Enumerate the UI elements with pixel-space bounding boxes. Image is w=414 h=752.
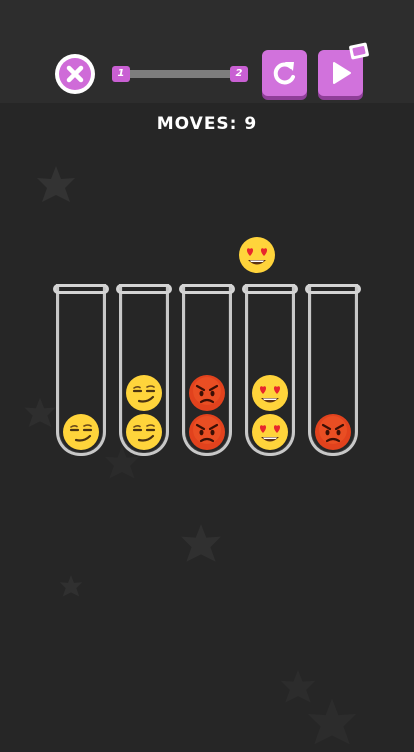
tube-3-rim xyxy=(179,284,235,294)
tube-5-rim xyxy=(305,284,361,294)
smirk-emoji-ball xyxy=(125,374,163,412)
next-level-badge: 2 xyxy=(230,66,248,82)
undo-icon xyxy=(273,62,295,85)
tube-4-rim xyxy=(242,284,298,294)
background-star-icon xyxy=(37,166,75,202)
heart-eyes-emoji-ball xyxy=(251,413,289,451)
level-progress: 1 2 xyxy=(112,66,248,82)
angry-emoji-ball xyxy=(188,374,226,412)
level-progress-track xyxy=(122,70,238,78)
moves-counter: MOVES: 9 xyxy=(156,114,258,134)
background-star-icon xyxy=(307,698,357,745)
smirk-emoji-ball xyxy=(125,413,163,451)
held-heart-eyes-emoji-ball[interactable] xyxy=(238,236,276,274)
current-level-badge: 1 xyxy=(112,66,130,82)
close-icon xyxy=(59,58,91,90)
background-star-icon xyxy=(181,524,221,562)
undo-button[interactable] xyxy=(262,50,307,96)
heart-eyes-emoji-ball xyxy=(251,374,289,412)
angry-emoji-ball xyxy=(188,413,226,451)
tube-2-rim xyxy=(116,284,172,294)
tube-1-rim xyxy=(53,284,109,294)
close-button[interactable] xyxy=(55,54,95,94)
smirk-emoji-ball xyxy=(62,413,100,451)
background-star-icon xyxy=(59,575,83,597)
angry-emoji-ball xyxy=(314,413,352,451)
skip-level-button[interactable] xyxy=(318,42,370,96)
background-star-icon xyxy=(24,397,56,428)
